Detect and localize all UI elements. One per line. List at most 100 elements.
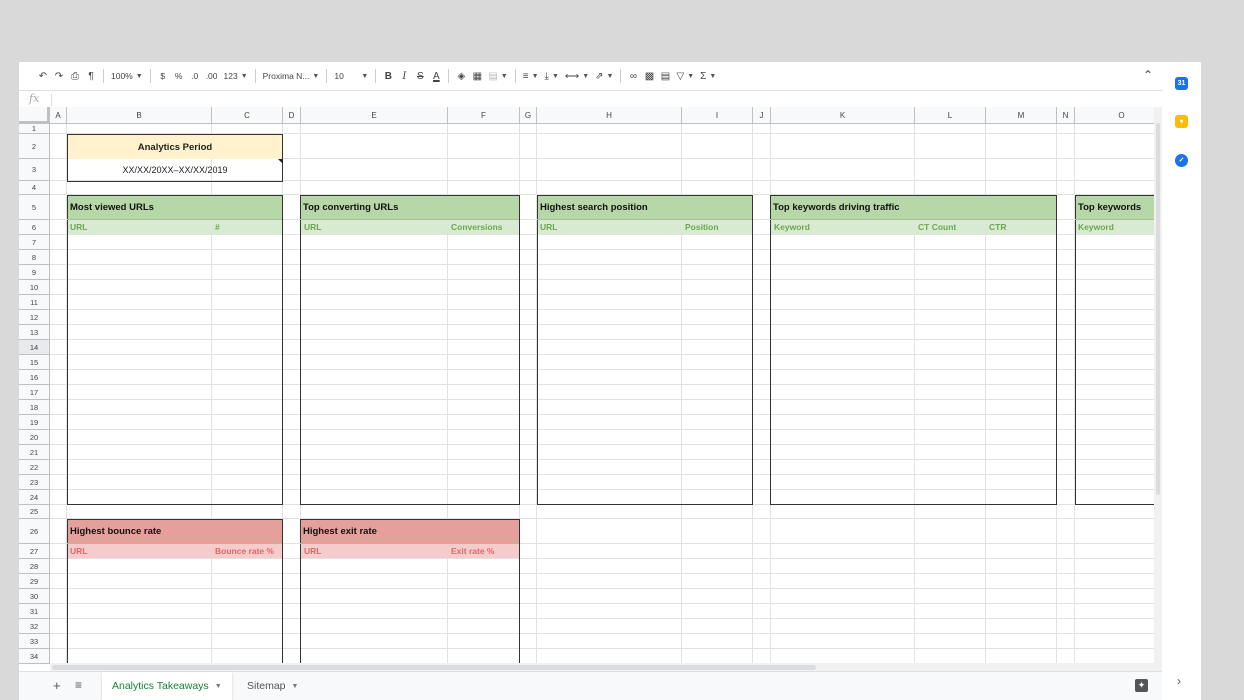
row-header[interactable]: 17 — [19, 385, 50, 400]
sheet-grid[interactable]: A B C D E F G H I J K L M N O 1 2 3 4 5 6 7 8 9 10 11 12 13 14 15 16 17… — [19, 107, 1154, 665]
row-header[interactable]: 10 — [19, 280, 50, 295]
toolbar-separator — [514, 69, 516, 83]
row-header[interactable]: 28 — [19, 559, 50, 574]
italic-button[interactable]: I — [396, 65, 412, 87]
column-header[interactable]: O — [1075, 107, 1154, 124]
text-wrap-icon[interactable]: ⟷ ▼ — [562, 65, 592, 87]
table-title-divider — [300, 543, 519, 544]
row-header[interactable]: 26 — [19, 519, 50, 544]
column-header[interactable]: A — [50, 107, 67, 124]
row-header[interactable]: 33 — [19, 634, 50, 649]
row-header[interactable]: 13 — [19, 325, 50, 340]
row-header[interactable]: 25 — [19, 505, 50, 519]
row-header[interactable]: 4 — [19, 181, 50, 195]
column-header[interactable]: F — [448, 107, 520, 124]
currency-button[interactable]: $ — [155, 65, 171, 87]
column-header[interactable]: M — [986, 107, 1057, 124]
column-header[interactable]: C — [212, 107, 283, 124]
column-header[interactable]: J — [753, 107, 771, 124]
add-sheet-icon[interactable]: + — [53, 678, 61, 693]
calendar-icon[interactable]: 31 — [1175, 77, 1188, 90]
row-header[interactable]: 9 — [19, 265, 50, 280]
column-header[interactable]: D — [283, 107, 301, 124]
font-select[interactable]: Proxima N... ▼ — [260, 65, 323, 87]
link-icon[interactable]: ∞ — [625, 65, 641, 87]
horizontal-scroll-thumb[interactable] — [52, 665, 816, 670]
row-header[interactable]: 34 — [19, 649, 50, 664]
keep-icon[interactable]: ● — [1175, 115, 1188, 128]
percent-button[interactable]: % — [171, 65, 187, 87]
functions-button[interactable]: Σ ▼ — [697, 65, 719, 87]
filter-icon[interactable]: ▽ ▼ — [673, 65, 697, 87]
chevron-right-icon[interactable]: › — [1177, 674, 1181, 688]
column-header[interactable]: E — [301, 107, 448, 124]
chart-icon[interactable]: ▤ — [657, 65, 673, 87]
row-header[interactable]: 11 — [19, 295, 50, 310]
chevron-down-icon: ▼ — [531, 72, 539, 80]
column-header[interactable]: K — [771, 107, 915, 124]
sheet-tab-sitemap[interactable]: Sitemap ▼ — [237, 672, 308, 700]
undo-icon[interactable]: ↶ — [35, 65, 51, 87]
row-header[interactable]: 14 — [19, 340, 50, 355]
column-header[interactable]: B — [67, 107, 212, 124]
row-header[interactable]: 6 — [19, 220, 50, 235]
strikethrough-button[interactable]: S — [412, 65, 428, 87]
decrease-decimal-button[interactable]: .0 — [187, 65, 203, 87]
row-header[interactable]: 19 — [19, 415, 50, 430]
column-header[interactable]: I — [682, 107, 753, 124]
column-header[interactable]: N — [1057, 107, 1075, 124]
horizontal-scrollbar[interactable] — [50, 663, 1162, 671]
row-header[interactable]: 7 — [19, 235, 50, 250]
comment-icon[interactable]: ▩ — [641, 65, 657, 87]
row-header[interactable]: 23 — [19, 475, 50, 490]
column-header[interactable]: L — [915, 107, 986, 124]
vertical-scroll-thumb[interactable] — [1156, 123, 1160, 495]
row-header[interactable]: 1 — [19, 124, 50, 134]
merge-cells-icon[interactable]: ▤ ▼ — [485, 65, 510, 87]
row-header[interactable]: 2 — [19, 134, 50, 159]
row-header[interactable]: 3 — [19, 159, 50, 181]
analytics-period-border — [67, 134, 283, 182]
print-icon[interactable]: ⎙ — [67, 65, 83, 87]
column-header[interactable]: H — [537, 107, 682, 124]
row-header[interactable]: 15 — [19, 355, 50, 370]
row-header[interactable]: 21 — [19, 445, 50, 460]
row-header[interactable]: 32 — [19, 619, 50, 634]
row-header[interactable]: 20 — [19, 430, 50, 445]
text-rotation-icon[interactable]: ⇗ ▼ — [592, 65, 616, 87]
tasks-icon[interactable]: ✓ — [1175, 154, 1188, 167]
column-header[interactable]: G — [520, 107, 537, 124]
horizontal-align-icon[interactable]: ≡ ▼ — [520, 65, 542, 87]
row-header[interactable]: 16 — [19, 370, 50, 385]
row-header[interactable]: 18 — [19, 400, 50, 415]
fill-color-icon[interactable]: ◈ — [453, 65, 469, 87]
all-sheets-icon[interactable]: ≡ — [75, 678, 82, 692]
increase-decimal-button[interactable]: .00 — [203, 65, 221, 87]
row-header[interactable]: 27 — [19, 544, 50, 559]
table-border — [770, 195, 1057, 505]
text-color-button[interactable]: A — [428, 65, 444, 87]
row-header[interactable]: 31 — [19, 604, 50, 619]
sheet-tab-analytics-takeaways[interactable]: Analytics Takeaways ▼ — [102, 672, 232, 700]
row-header[interactable]: 22 — [19, 460, 50, 475]
zoom-select[interactable]: 100% ▼ — [108, 65, 146, 87]
explore-icon[interactable]: ✦ — [1135, 679, 1148, 692]
formula-bar[interactable]: fx — [19, 90, 1162, 108]
sheet-tabs-bar: + ≡ Analytics Takeaways ▼ Sitemap ▼ ✦ — [19, 671, 1162, 700]
vertical-align-icon[interactable]: ⤓ ▼ — [542, 65, 562, 87]
more-formats-button[interactable]: 123 ▼ — [221, 65, 251, 87]
select-all-corner[interactable] — [19, 107, 50, 124]
paint-format-icon[interactable]: ¶ — [83, 65, 99, 87]
font-size-select[interactable]: 10 ▼ — [331, 65, 371, 87]
row-header[interactable]: 30 — [19, 589, 50, 604]
bold-button[interactable]: B — [380, 65, 396, 87]
borders-icon[interactable]: ▦ — [469, 65, 485, 87]
row-header[interactable]: 12 — [19, 310, 50, 325]
vertical-scrollbar[interactable] — [1154, 107, 1162, 665]
row-header[interactable]: 8 — [19, 250, 50, 265]
row-header[interactable]: 29 — [19, 574, 50, 589]
row-header[interactable]: 5 — [19, 195, 50, 220]
row-header[interactable]: 24 — [19, 490, 50, 505]
collapse-toolbar-icon[interactable]: ⌃ — [1143, 68, 1153, 82]
redo-icon[interactable]: ↷ — [51, 65, 67, 87]
